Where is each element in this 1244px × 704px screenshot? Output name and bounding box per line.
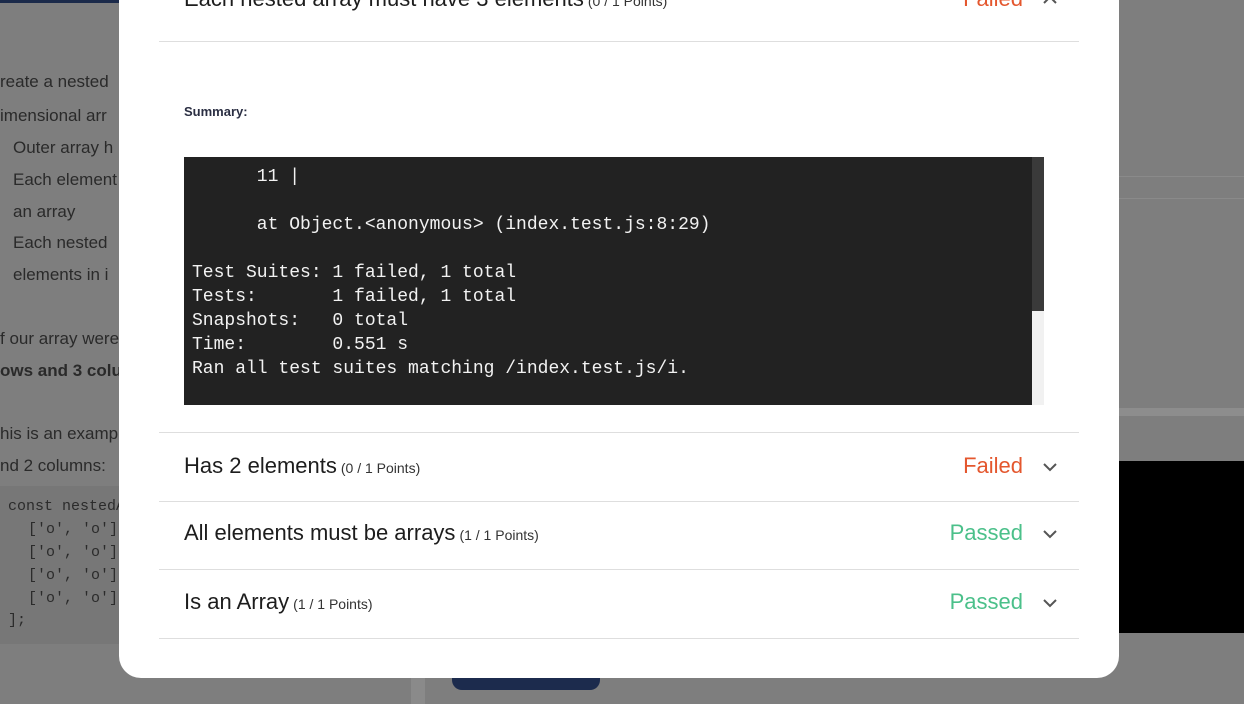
status-passed-label: Passed: [949, 520, 1023, 545]
bg-line: elements in i: [13, 265, 109, 284]
background-divider: [1119, 198, 1244, 199]
bg-line: Outer array h: [13, 138, 114, 157]
chevron-up-icon[interactable]: [1041, 0, 1059, 9]
test-results-modal: Each nested array must have 3 elements(0…: [119, 0, 1119, 678]
bg-code-line: ['o', 'o'],: [10, 544, 128, 561]
bg-code-line: ['o', 'o']: [10, 590, 119, 607]
background-editor-panel: [1119, 461, 1244, 633]
bg-code-line: ];: [8, 612, 27, 629]
bg-line: nd 2 columns:: [0, 456, 106, 475]
test-title: Has 2 elements (0 / 1 Points): [184, 453, 420, 479]
background-button: [452, 678, 600, 690]
bg-line: f our array were: [0, 329, 120, 348]
test-title: Each nested array must have 3 elements(0…: [184, 0, 667, 12]
test-name: Is an Array: [184, 589, 290, 614]
test-name: All elements must be arrays: [184, 520, 456, 545]
background-scrollbar: [411, 678, 425, 704]
bg-line: Each nested: [13, 233, 108, 252]
test-points: (1 / 1 Points): [459, 527, 539, 543]
test-points: (0 / 1 Points): [340, 460, 421, 476]
test-title: Is an Array (1 / 1 Points): [184, 589, 373, 615]
status-failed-label: Failed: [963, 0, 1023, 12]
chevron-down-icon[interactable]: [1041, 458, 1059, 476]
bg-line: imensional arr: [0, 106, 107, 125]
background-divider: [1119, 176, 1244, 177]
bg-code-line: ['o', 'o'],: [10, 521, 128, 538]
status-failed-label: Failed: [963, 453, 1023, 478]
summary-label: Summary:: [184, 104, 248, 119]
bg-line: an array: [13, 202, 76, 221]
status-passed-label: Passed: [949, 589, 1023, 614]
chevron-down-icon[interactable]: [1041, 525, 1059, 543]
test-points: (1 / 1 Points): [293, 596, 373, 612]
test-row-header[interactable]: All elements must be arrays (1 / 1 Points…: [159, 501, 1079, 570]
test-name: Has 2 elements: [184, 453, 337, 478]
bg-code-line: const nestedA: [8, 498, 126, 515]
test-output-console[interactable]: 11 | at Object.<anonymous> (index.test.j…: [184, 157, 1044, 405]
bg-code-line: ['o', 'o'],: [10, 567, 128, 584]
bg-line: reate a nested: [0, 72, 109, 91]
test-title: All elements must be arrays (1 / 1 Points…: [184, 520, 539, 546]
background-code-block: const nestedA ['o', 'o'], ['o', 'o'], ['…: [0, 486, 127, 644]
bg-line: his is an examp: [0, 424, 119, 443]
console-output-text: 11 | at Object.<anonymous> (index.test.j…: [192, 167, 711, 379]
console-scrollbar-thumb[interactable]: [1032, 157, 1044, 311]
test-row-header[interactable]: Has 2 elements (0 / 1 Points) Failed: [159, 432, 1079, 502]
background-divider: [1119, 408, 1244, 416]
chevron-down-icon[interactable]: [1041, 594, 1059, 612]
test-row-header[interactable]: Each nested array must have 3 elements(0…: [159, 0, 1079, 42]
test-row-header[interactable]: Is an Array (1 / 1 Points) Passed: [159, 570, 1079, 639]
test-points: (0 / 1 Points): [587, 0, 668, 9]
test-name: Each nested array must have 3 elements: [184, 0, 584, 11]
bg-line: ows and 3 colu: [0, 361, 122, 380]
bg-line: Each element: [13, 170, 117, 189]
